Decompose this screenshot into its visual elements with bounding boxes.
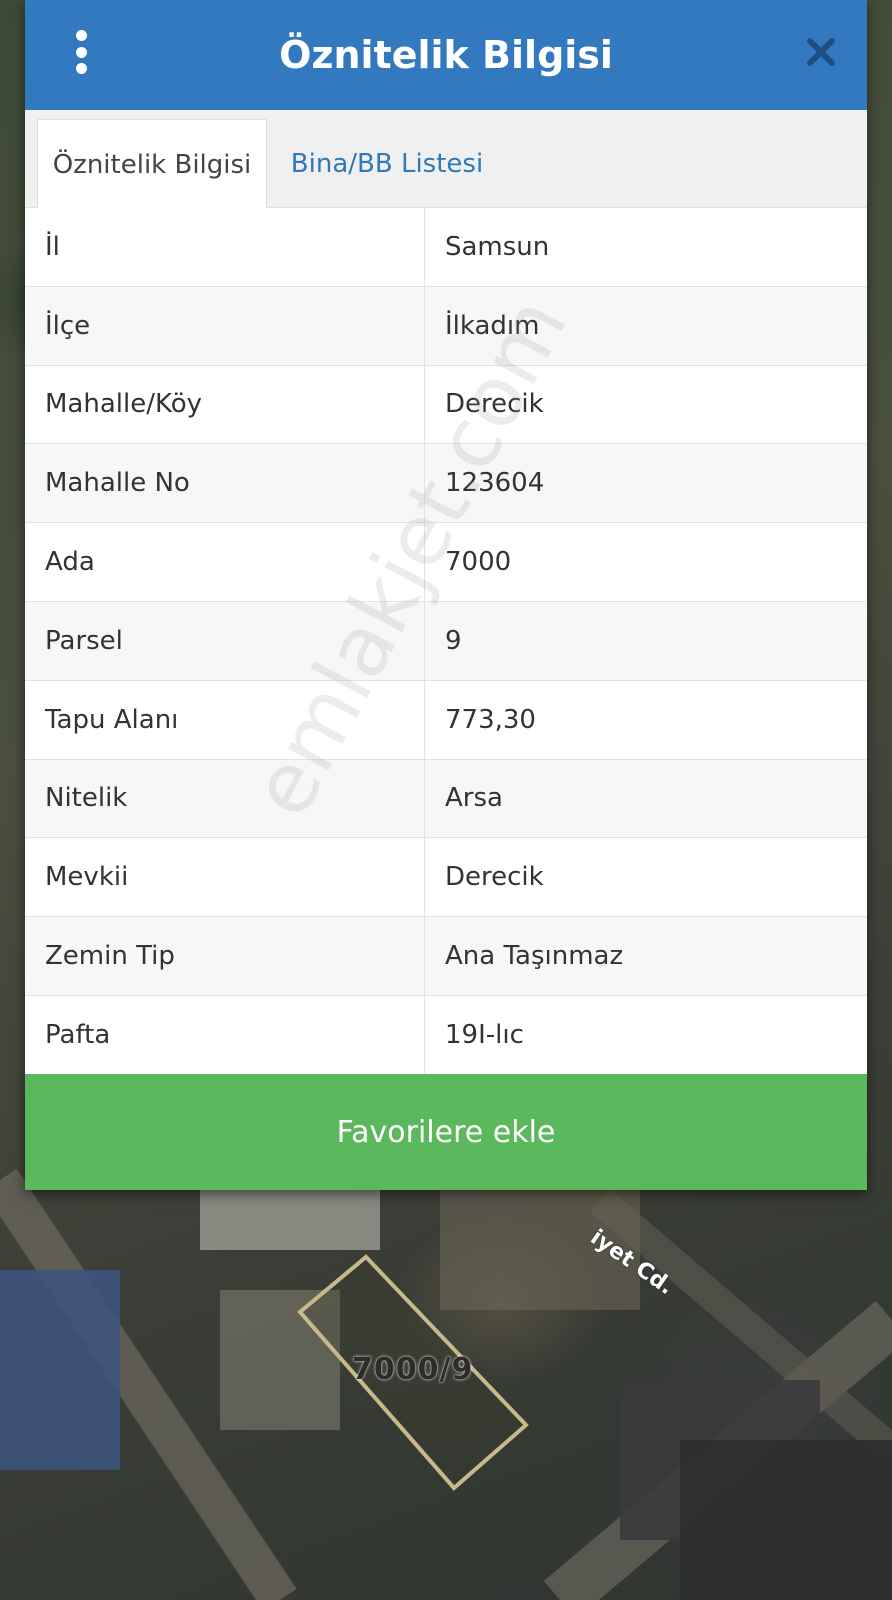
table-row: Mevkii Derecik [25, 838, 867, 918]
attribute-value: Arsa [445, 783, 503, 814]
attribute-key: Tapu Alanı [25, 680, 425, 759]
table-row: Ada 7000 [25, 523, 867, 602]
table-row: İl Samsun [25, 208, 867, 287]
attribute-value: Derecik [445, 389, 544, 420]
tab-building-list[interactable]: Bina/BB Listesi [287, 119, 487, 209]
add-to-favorites-button[interactable]: Favorilere ekle [25, 1074, 867, 1190]
attribute-key: Zemin Tip [25, 917, 425, 995]
tab-bar: Öznitelik Bilgisi Bina/BB Listesi [25, 110, 867, 209]
attribute-value: Ana Taşınmaz [445, 941, 624, 972]
attribute-key: Pafta [25, 995, 425, 1074]
attribute-value: 19I-lıc [445, 1019, 524, 1050]
attribute-key: İlçe [25, 286, 425, 365]
attribute-value: 7000 [445, 547, 512, 578]
attribute-key: Nitelik [25, 759, 425, 838]
tab-attribute-info[interactable]: Öznitelik Bilgisi [37, 119, 267, 209]
attribute-value: 773,30 [445, 704, 536, 735]
attribute-key: Ada [25, 523, 425, 601]
table-row: Mahalle/Köy Derecik [25, 365, 867, 445]
table-row: Tapu Alanı 773,30 [25, 680, 867, 760]
dialog-title: Öznitelik Bilgisi [279, 33, 613, 77]
attribute-value: Derecik [445, 862, 544, 893]
parcel-label: 7000/9 [352, 1352, 474, 1387]
attribute-value: 123604 [445, 468, 545, 499]
attribute-key: Mevkii [25, 838, 425, 917]
dialog-header: Öznitelik Bilgisi [25, 0, 867, 110]
table-row: İlçe İlkadım [25, 286, 867, 366]
attribute-value: Samsun [445, 231, 550, 262]
attribute-table: İl Samsun İlçe İlkadım Mahalle/Köy Derecik Mah… [25, 208, 867, 1075]
attribute-key: İl [25, 208, 425, 286]
attribute-value: 9 [445, 625, 462, 656]
attribute-dialog: Öznitelik Bilgisi Öznitelik Bilgisi Bina… [25, 0, 867, 1190]
attribute-key: Mahalle/Köy [25, 365, 425, 444]
attribute-key: Mahalle No [25, 444, 425, 523]
more-vertical-icon[interactable] [69, 30, 93, 74]
table-row: Pafta 19I-lıc [25, 995, 867, 1075]
attribute-value: İlkadım [445, 310, 540, 341]
table-row: Mahalle No 123604 [25, 444, 867, 524]
table-row: Nitelik Arsa [25, 759, 867, 839]
attribute-key: Parsel [25, 601, 425, 680]
table-row: Parsel 9 [25, 601, 867, 681]
close-icon[interactable] [805, 36, 837, 68]
table-row: Zemin Tip Ana Taşınmaz [25, 917, 867, 996]
